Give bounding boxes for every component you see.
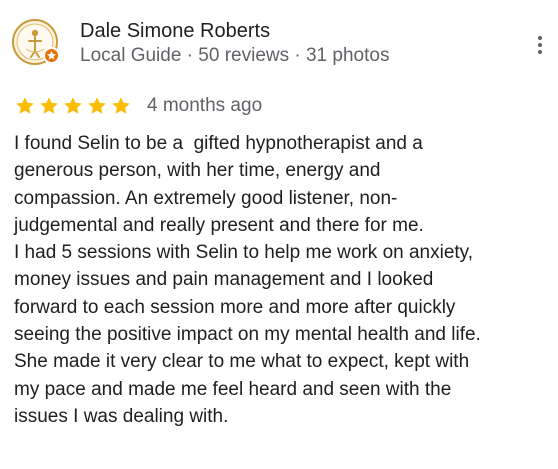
review-text-line: money issues and pain management and I l… <box>14 269 434 291</box>
review-card: Dale Simone Roberts Local Guide · 50 rev… <box>0 0 558 469</box>
star-icon <box>64 97 82 114</box>
author-meta: Local Guide · 50 reviews · 31 photos <box>80 45 390 66</box>
review-text-line: issues I was dealing with. <box>14 405 229 427</box>
rating-row: 4 months ago <box>13 93 262 119</box>
review-text-line: forward to each session more and more af… <box>14 296 456 318</box>
star-icon <box>16 97 34 114</box>
review-text-line: my pace and made me feel heard and seen … <box>14 378 452 400</box>
review-text-line: I found Selin to be a gifted hypnotherap… <box>14 133 423 154</box>
star-rating <box>13 95 133 117</box>
star-icon <box>88 97 106 114</box>
review-text-line: judgemental and really present and there… <box>14 214 424 236</box>
review-text: I found Selin to be a gifted hypnotherap… <box>14 130 558 430</box>
author-name[interactable]: Dale Simone Roberts <box>80 18 270 44</box>
more-vert-icon-dot <box>538 43 542 47</box>
more-options-button[interactable] <box>528 34 552 62</box>
star-icon <box>112 97 130 114</box>
review-date: 4 months ago <box>147 95 263 116</box>
review-text-line: seeing the positive impact on my mental … <box>14 324 481 346</box>
review-text-line: She made it very clear to me what to exp… <box>14 351 470 373</box>
review-text-line: compassion. An extremely good listener, … <box>14 187 398 209</box>
more-vert-icon <box>538 36 542 40</box>
more-vert-icon-dot <box>538 50 542 54</box>
review-text-line: I had 5 sessions with Selin to help me w… <box>14 242 474 264</box>
local-guide-badge <box>43 47 60 64</box>
local-guide-star-icon <box>46 50 57 60</box>
star-icon <box>40 97 58 114</box>
review-text-line: generous person, with her time, energy a… <box>14 160 381 182</box>
